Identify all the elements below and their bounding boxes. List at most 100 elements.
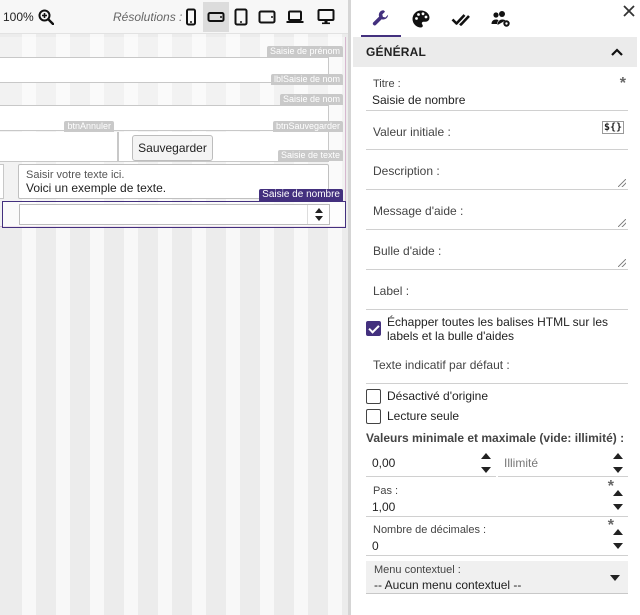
max-value-input[interactable]: Illimité <box>498 448 628 477</box>
designer-toolbar: 100% Résolutions : <box>0 0 348 34</box>
decimales-label: Nombre de décimales : <box>373 524 487 536</box>
resize-handle-icon[interactable] <box>618 259 626 267</box>
resolution-desktop-button[interactable] <box>313 2 339 32</box>
menu-contextuel-label: Menu contextuel : <box>374 564 461 576</box>
required-asterisk-icon: * <box>619 75 626 92</box>
bulle-aide-field[interactable]: Bulle d'aide : <box>366 235 628 270</box>
minmax-label: Valeurs minimale et maximale (vide: illi… <box>366 431 625 445</box>
pas-spinner[interactable] <box>612 488 624 512</box>
tab-style[interactable] <box>401 0 441 37</box>
label-label: Label : <box>373 284 410 298</box>
message-aide-field[interactable]: Message d'aide : <box>366 195 628 230</box>
texte-indicatif-field[interactable]: Texte indicatif par défaut : <box>366 349 628 384</box>
pas-field[interactable]: Pas : 1,00 * <box>366 478 628 517</box>
laptop-icon <box>286 10 304 23</box>
chevron-down-icon[interactable] <box>610 575 620 581</box>
echapper-label: Échapper toutes les balises HTML sur les… <box>387 315 608 343</box>
tab-general[interactable] <box>361 0 401 37</box>
control-tag-saisie-prenom[interactable]: Saisie de prénom <box>266 46 343 57</box>
pas-value[interactable]: 1,00 <box>372 500 395 514</box>
message-aide-label: Message d'aide : <box>373 204 464 218</box>
texte-indicatif-label: Texte indicatif par défaut : <box>373 358 510 372</box>
menu-contextuel-value: -- Aucun menu contextuel -- <box>374 578 522 592</box>
control-tag-lbl-saisie-nom[interactable]: lblSaisie de nom <box>270 74 343 85</box>
lecture-seule-checkbox[interactable] <box>366 409 381 424</box>
resize-handle-icon[interactable] <box>618 219 626 227</box>
spinner-down-icon[interactable] <box>481 467 491 473</box>
spinner-down-icon[interactable] <box>315 216 323 221</box>
save-button[interactable]: Sauvegarder <box>132 135 213 161</box>
smartphone-landscape-icon <box>207 12 225 22</box>
expression-icon[interactable]: ${} <box>601 121 624 134</box>
lecture-seule-checkbox-row[interactable]: Lecture seule <box>366 409 628 424</box>
form-preview: Saisie de prénom lblSaisie de nom Saisie… <box>0 37 346 228</box>
selected-number-control[interactable] <box>2 201 346 228</box>
menu-contextuel-select[interactable]: Menu contextuel : -- Aucun menu contextu… <box>366 561 628 594</box>
spinner-up-icon[interactable] <box>613 453 623 459</box>
spinner-up-icon[interactable] <box>315 208 323 213</box>
spinner-down-icon[interactable] <box>613 504 623 510</box>
number-spinner[interactable] <box>307 205 329 224</box>
resize-handle-icon[interactable] <box>618 179 626 187</box>
zoom-in-icon[interactable] <box>38 9 54 25</box>
desktop-icon <box>317 9 335 25</box>
resolution-tablet-landscape-button[interactable] <box>254 2 280 32</box>
desactive-label: Désactivé d'origine <box>387 389 489 403</box>
echapper-checkbox-row[interactable]: Échapper toutes les balises HTML sur les… <box>366 315 628 343</box>
design-canvas: Saisie de prénom lblSaisie de nom Saisie… <box>0 34 348 615</box>
spinner-down-icon[interactable] <box>613 467 623 473</box>
min-spinner[interactable] <box>480 451 492 475</box>
max-spinner[interactable] <box>612 451 624 475</box>
users-gear-icon <box>491 10 510 27</box>
tab-validation[interactable] <box>441 0 481 37</box>
spinner-down-icon[interactable] <box>613 543 623 549</box>
resolutions-label: Résolutions : <box>113 10 183 24</box>
min-value-input[interactable]: 0,00 <box>366 448 496 477</box>
pas-label: Pas : <box>373 485 399 497</box>
tab-permissions[interactable] <box>481 0 521 37</box>
resolution-smartphone-landscape-button[interactable] <box>203 2 229 32</box>
smartphone-portrait-icon <box>186 8 196 26</box>
bulle-aide-label: Bulle d'aide : <box>373 244 442 258</box>
annuler-button-area[interactable] <box>0 132 118 162</box>
properties-tabs <box>351 0 640 37</box>
tablet-landscape-icon <box>258 10 276 24</box>
palette-icon <box>412 10 430 27</box>
spinner-up-icon[interactable] <box>613 529 623 535</box>
resolution-laptop-button[interactable] <box>282 2 308 32</box>
desactive-checkbox-row[interactable]: Désactivé d'origine <box>366 389 628 404</box>
titre-value[interactable]: Saisie de nombre <box>372 93 465 107</box>
decimales-field[interactable]: Nombre de décimales : 0 * <box>366 517 628 556</box>
decimales-value[interactable]: 0 <box>372 539 379 553</box>
spinner-up-icon[interactable] <box>613 490 623 496</box>
control-tag-saisie-nom[interactable]: Saisie de nom <box>279 94 343 105</box>
properties-panel: GÉNÉRAL Titre : Saisie de nombre * Valeu… <box>351 0 640 615</box>
zoom-level: 100% <box>3 9 34 24</box>
titre-label: Titre : <box>373 78 401 90</box>
left-control-stub <box>0 164 4 199</box>
decimales-spinner[interactable] <box>612 527 624 551</box>
control-tag-saisie-texte[interactable]: Saisie de texte <box>277 150 343 161</box>
resolution-tablet-portrait-button[interactable] <box>228 2 254 32</box>
close-icon[interactable] <box>622 4 636 18</box>
min-value: 0,00 <box>372 456 396 470</box>
valeur-initiale-label: Valeur initiale : <box>373 125 451 139</box>
resolution-smartphone-portrait-button[interactable] <box>178 2 204 32</box>
desactive-checkbox[interactable] <box>366 389 381 404</box>
section-general-header[interactable]: GÉNÉRAL <box>353 37 637 67</box>
label-field[interactable]: Label : <box>366 275 628 310</box>
echapper-checkbox[interactable] <box>366 321 381 336</box>
description-field[interactable]: Description : <box>366 155 628 190</box>
control-tag-btn-annuler[interactable]: btnAnnuler <box>64 121 114 132</box>
number-input[interactable] <box>19 204 330 225</box>
titre-field[interactable]: Titre : Saisie de nombre * <box>366 75 628 111</box>
wrench-icon <box>372 9 389 25</box>
control-tag-btn-sauvegarder[interactable]: btnSauvegarder <box>272 121 343 132</box>
max-placeholder: Illimité <box>504 456 539 470</box>
chevron-up-icon[interactable] <box>611 46 623 58</box>
form-designer-pane: 100% Résolutions : Saisie de prénom lblS… <box>0 0 348 615</box>
valeur-initiale-field[interactable]: Valeur initiale : ${} <box>366 115 628 150</box>
lecture-seule-label: Lecture seule <box>387 409 460 423</box>
spinner-up-icon[interactable] <box>481 453 491 459</box>
control-tag-saisie-nombre[interactable]: Saisie de nombre <box>259 189 343 201</box>
